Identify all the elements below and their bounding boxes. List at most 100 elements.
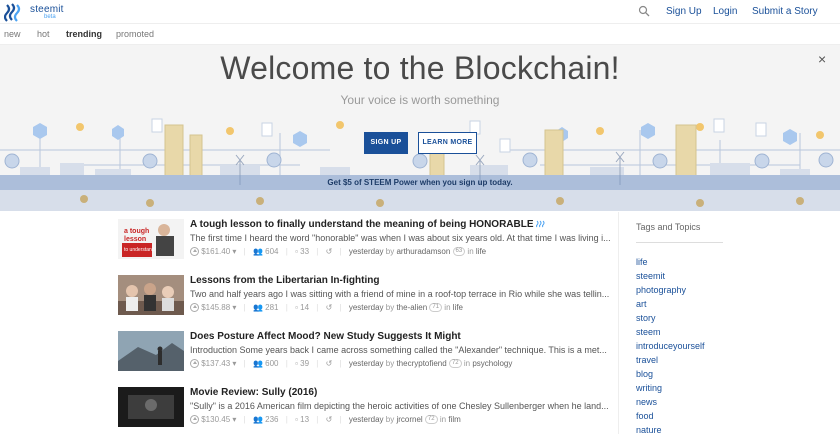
tab-promoted[interactable]: promoted (116, 29, 154, 39)
post-thumbnail[interactable]: a tough lesson to understand (118, 219, 184, 259)
payout[interactable]: $145.88 (201, 303, 230, 312)
tab-trending[interactable]: trending (66, 29, 102, 39)
chevron-down-icon[interactable]: ▾ (232, 247, 236, 256)
post-item[interactable]: Movie Review: Sully (2016) "Sully" is a … (118, 387, 610, 429)
comment-icon: ▫ (295, 415, 298, 425)
comment-icon: ▫ (295, 303, 298, 313)
tab-hot[interactable]: hot (37, 29, 50, 39)
post-category[interactable]: film (448, 415, 460, 424)
voters-icon: 👥 (252, 303, 263, 313)
post-meta: $145.88 ▾ | 👥 281 | ▫ 14 | ↺ | yesterday… (190, 303, 463, 315)
vote-count[interactable]: 281 (265, 303, 278, 312)
upvote-icon[interactable] (190, 303, 199, 313)
payout[interactable]: $161.40 (201, 247, 230, 256)
comment-icon: ▫ (295, 247, 298, 257)
author-reputation: 72 (448, 359, 462, 369)
comment-count[interactable]: 33 (300, 247, 309, 256)
vote-count[interactable]: 236 (265, 415, 278, 424)
voters-icon: 👥 (252, 359, 263, 369)
upvote-icon[interactable] (190, 359, 199, 369)
banner-signup-button[interactable]: SIGN UP (364, 132, 408, 154)
vote-count[interactable]: 600 (265, 359, 278, 368)
reblog-icon[interactable]: ↺ (326, 247, 333, 256)
sort-tabs: new hot trending promoted (0, 25, 840, 45)
post-title[interactable]: Movie Review: Sully (2016) (190, 387, 317, 398)
tag-food[interactable]: food (636, 411, 654, 421)
submit-story-link[interactable]: Submit a Story (752, 6, 818, 17)
tab-new[interactable]: new (4, 29, 21, 39)
payout[interactable]: $137.43 (201, 359, 230, 368)
steem-icon (536, 221, 545, 228)
post-title[interactable]: A tough lesson to finally understand the… (190, 219, 546, 230)
post-item[interactable]: a tough lesson to understand A tough les… (118, 219, 610, 261)
comment-count[interactable]: 39 (300, 359, 309, 368)
tag-blog[interactable]: blog (636, 369, 653, 379)
tag-art[interactable]: art (636, 299, 647, 309)
tag-steem[interactable]: steem (636, 327, 661, 337)
post-meta: $161.40 ▾ | 👥 604 | ▫ 33 | ↺ | yesterday… (190, 247, 486, 259)
post-author[interactable]: the-alien (396, 303, 427, 312)
post-time[interactable]: yesterday (349, 303, 384, 312)
chevron-down-icon[interactable]: ▾ (232, 359, 236, 368)
post-excerpt[interactable]: The first time I heard the word "honorab… (190, 233, 610, 243)
vote-count[interactable]: 604 (265, 247, 278, 256)
tag-introduceyourself[interactable]: introduceyourself (636, 341, 705, 351)
post-thumbnail[interactable] (118, 331, 184, 371)
comment-count[interactable]: 13 (300, 415, 309, 424)
post-author[interactable]: arthuradamson (396, 247, 450, 256)
post-time[interactable]: yesterday (349, 247, 384, 256)
chevron-down-icon[interactable]: ▾ (232, 303, 236, 312)
search-icon[interactable] (638, 5, 650, 17)
post-meta: $137.43 ▾ | 👥 600 | ▫ 39 | ↺ | yesterday… (190, 359, 512, 371)
voters-icon: 👥 (252, 415, 263, 425)
post-category[interactable]: psychology (472, 359, 512, 368)
top-header: steemit beta Sign Up Login Submit a Stor… (0, 0, 840, 24)
author-reputation: 63 (452, 247, 466, 257)
in-label: in (439, 415, 447, 425)
banner-learn-more-button[interactable]: LEARN MORE (418, 132, 477, 154)
post-thumbnail[interactable] (118, 275, 184, 315)
steemit-logo-icon[interactable] (4, 2, 24, 22)
post-author[interactable]: jrcornel (396, 415, 422, 424)
signup-link[interactable]: Sign Up (666, 6, 702, 17)
comment-icon: ▫ (295, 359, 298, 369)
post-excerpt[interactable]: Introduction Some years back I came acro… (190, 345, 610, 355)
thumb-text-1: a tough (124, 228, 149, 235)
upvote-icon[interactable] (190, 247, 199, 257)
tag-travel[interactable]: travel (636, 355, 658, 365)
welcome-banner: Welcome to the Blockchain! Your voice is… (0, 45, 840, 211)
city-illustration (0, 118, 840, 211)
login-link[interactable]: Login (713, 6, 737, 17)
thumb-text-2: lesson (124, 236, 146, 243)
post-excerpt[interactable]: "Sully" is a 2016 American film depictin… (190, 401, 610, 411)
post-time[interactable]: yesterday (349, 415, 384, 424)
chevron-down-icon[interactable]: ▾ (232, 415, 236, 424)
post-meta: $130.45 ▾ | 👥 236 | ▫ 13 | ↺ | yesterday… (190, 415, 461, 427)
post-thumbnail[interactable] (118, 387, 184, 427)
close-icon[interactable]: × (818, 52, 826, 66)
reblog-icon[interactable]: ↺ (326, 303, 333, 312)
tag-steemit[interactable]: steemit (636, 271, 665, 281)
post-category[interactable]: life (453, 303, 463, 312)
post-time[interactable]: yesterday (349, 359, 384, 368)
post-category[interactable]: life (476, 247, 486, 256)
tag-story[interactable]: story (636, 313, 656, 323)
post-item[interactable]: Does Posture Affect Mood? New Study Sugg… (118, 331, 610, 373)
upvote-icon[interactable] (190, 415, 199, 425)
comment-count[interactable]: 14 (300, 303, 309, 312)
tag-news[interactable]: news (636, 397, 657, 407)
tag-photography[interactable]: photography (636, 285, 686, 295)
in-label: in (463, 359, 471, 369)
payout[interactable]: $130.45 (201, 415, 230, 424)
sidebar-title-underline (636, 242, 723, 243)
in-label: in (444, 303, 451, 313)
post-item[interactable]: Lessons from the Libertarian In-fighting… (118, 275, 610, 317)
post-excerpt[interactable]: Two and half years ago I was sitting wit… (190, 289, 610, 299)
tag-writing[interactable]: writing (636, 383, 662, 393)
post-author[interactable]: thecryptofiend (396, 359, 446, 368)
reblog-icon[interactable]: ↺ (326, 415, 333, 424)
post-title[interactable]: Lessons from the Libertarian In-fighting (190, 275, 379, 286)
tag-life[interactable]: life (636, 257, 648, 267)
reblog-icon[interactable]: ↺ (326, 359, 333, 368)
post-title[interactable]: Does Posture Affect Mood? New Study Sugg… (190, 331, 461, 342)
